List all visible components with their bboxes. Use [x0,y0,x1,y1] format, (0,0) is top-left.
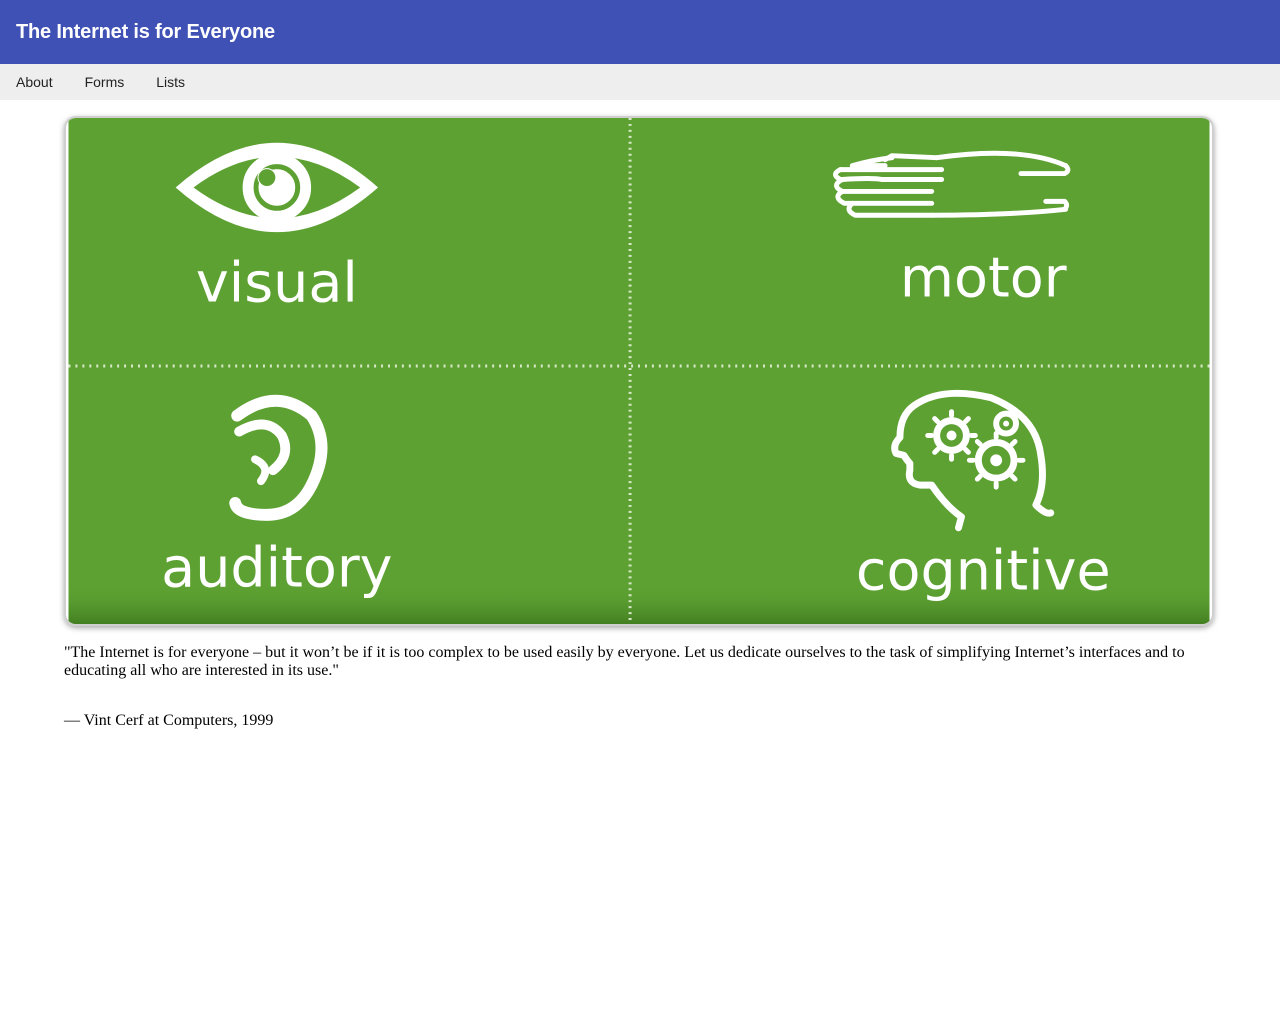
quote-text: "The Internet is for everyone – but it w… [64,644,1185,679]
main-content: visual motor auditory cognitive "The Int… [0,100,1280,730]
quote-attribution: — Vint Cerf at Computers, 1999 [64,712,274,729]
accessibility-hero-image: visual motor auditory cognitive [64,116,1214,626]
quadrant-label-auditory: auditory [161,535,392,600]
main-nav: About Forms Lists [0,64,1280,100]
nav-link-about[interactable]: About [16,74,53,90]
quadrant-label-visual: visual [196,251,358,316]
page-title: The Internet is for Everyone [16,20,275,43]
app-header: The Internet is for Everyone [0,0,1280,64]
nav-link-forms[interactable]: Forms [85,74,125,90]
nav-link-lists[interactable]: Lists [156,74,185,90]
quadrant-label-cognitive: cognitive [856,538,1111,603]
quadrant-label-motor: motor [900,246,1067,311]
